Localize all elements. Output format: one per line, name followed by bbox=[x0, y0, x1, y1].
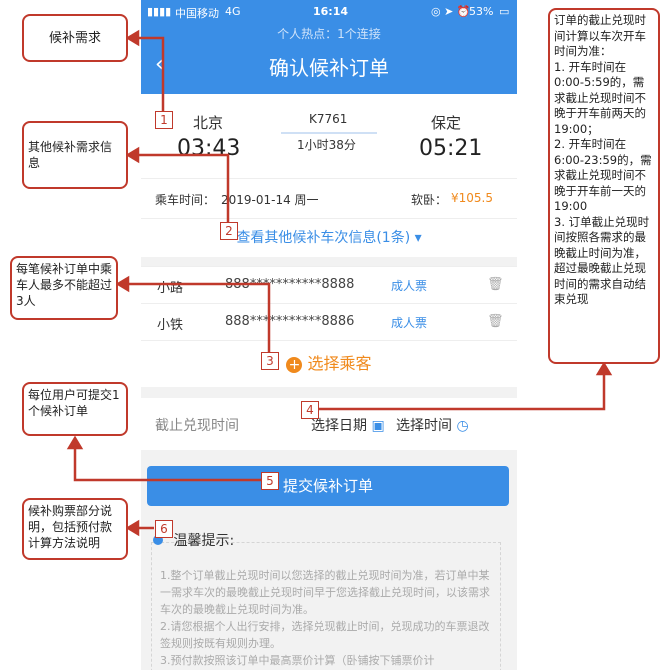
arrow-head bbox=[125, 29, 140, 47]
marker-6: 6 bbox=[155, 520, 173, 538]
arrow-head bbox=[115, 275, 130, 293]
callout-5: 候补购票部分说明，包括预付款计算方法说明 bbox=[22, 498, 128, 560]
connector-line bbox=[126, 282, 271, 352]
callout-1: 候补需求 bbox=[22, 14, 128, 62]
arrow-head bbox=[595, 361, 613, 376]
arrow-head bbox=[125, 519, 140, 537]
connector-line bbox=[73, 446, 261, 482]
marker-5: 5 bbox=[261, 472, 279, 490]
callout-deadline-rules: 订单的截止兑现时间计算以车次开车时间为准： 1. 开车时间在0:00-5:59的… bbox=[548, 8, 660, 364]
connector-line bbox=[136, 153, 230, 222]
callout-4: 每位用户可提交1个候补订单 bbox=[22, 382, 128, 436]
arrow-head bbox=[125, 146, 140, 164]
connector-line bbox=[318, 372, 606, 411]
callout-3: 每笔候补订单中乘车人最多不能超过3人 bbox=[10, 256, 118, 320]
arrow-head bbox=[66, 435, 84, 450]
marker-2: 2 bbox=[220, 222, 238, 240]
callout-2: 其他候补需求信息 bbox=[22, 121, 128, 189]
marker-3: 3 bbox=[261, 352, 279, 370]
connector-line bbox=[136, 36, 165, 111]
marker-4: 4 bbox=[301, 401, 319, 419]
marker-1: 1 bbox=[155, 111, 173, 129]
